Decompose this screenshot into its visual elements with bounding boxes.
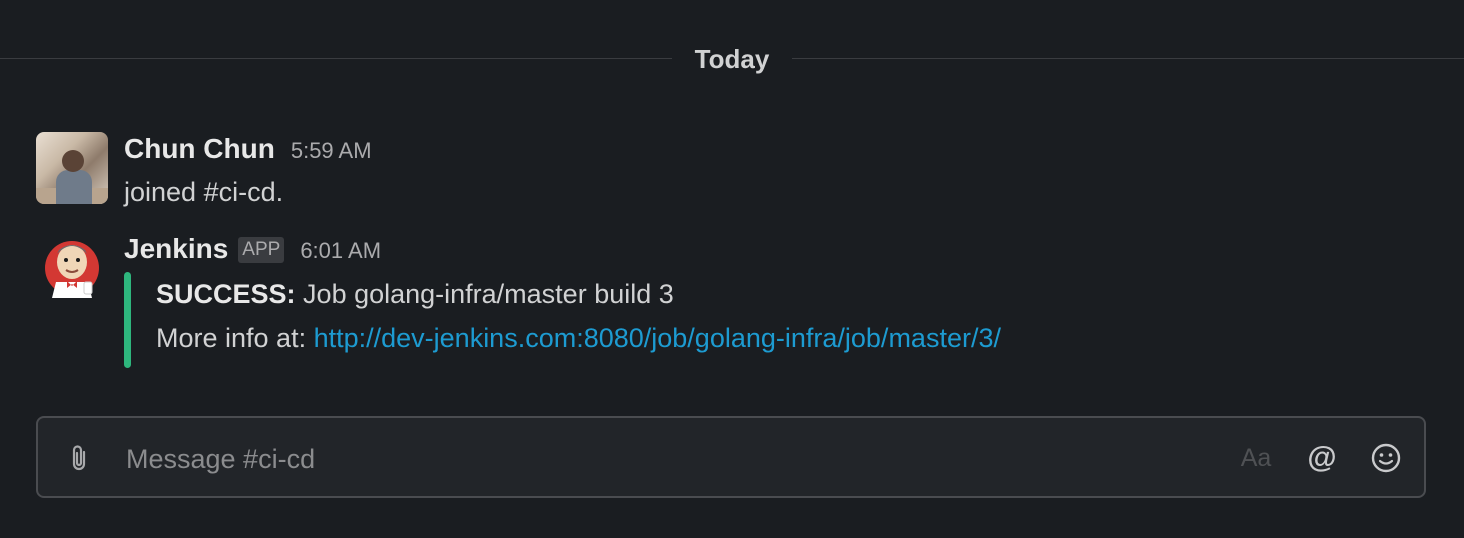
status-color-bar	[124, 272, 131, 368]
build-status-label: SUCCESS:	[156, 279, 296, 309]
message-input[interactable]	[124, 436, 1188, 482]
message-content: Chun Chun 5:59 AM joined #ci-cd.	[124, 132, 1428, 212]
build-status-text: Job golang-infra/master build 3	[303, 279, 674, 309]
message-text: joined #ci-cd.	[124, 177, 284, 207]
paperclip-icon	[72, 445, 86, 471]
sender-name[interactable]: Chun Chun	[124, 132, 275, 166]
formatting-toggle-button[interactable]: Aa	[1236, 438, 1276, 478]
user-avatar[interactable]	[36, 132, 108, 204]
message-timestamp[interactable]: 6:01 AM	[300, 238, 381, 264]
smiley-icon	[1371, 443, 1401, 473]
emoji-button[interactable]	[1368, 440, 1404, 476]
message-header: Chun Chun 5:59 AM	[124, 132, 1428, 166]
more-info-label: More info at:	[156, 323, 307, 353]
channel-view: Today Chun Chun 5:59 AM joined #ci-cd. J…	[0, 0, 1464, 538]
day-divider-label[interactable]: Today	[672, 42, 792, 76]
jenkins-avatar[interactable]	[36, 232, 108, 304]
build-status-line: SUCCESS: Job golang-infra/master build 3	[156, 272, 1428, 316]
jenkins-butler-icon	[45, 241, 99, 298]
more-info-line: More info at: http://dev-jenkins.com:808…	[156, 316, 1428, 360]
build-link[interactable]: http://dev-jenkins.com:8080/job/golang-i…	[314, 323, 1001, 353]
attach-file-button[interactable]	[64, 442, 94, 474]
mention-button[interactable]: @	[1302, 438, 1342, 478]
message-timestamp[interactable]: 5:59 AM	[291, 138, 372, 164]
build-attachment: SUCCESS: Job golang-infra/master build 3…	[124, 272, 1428, 368]
app-badge: APP	[238, 237, 285, 263]
message-composer: Aa @	[36, 416, 1426, 498]
message-content: Jenkins APP 6:01 AM SUCCESS: Job golang-…	[124, 232, 1428, 368]
sender-name[interactable]: Jenkins	[124, 232, 228, 266]
message-header: Jenkins APP 6:01 AM	[124, 232, 1428, 266]
